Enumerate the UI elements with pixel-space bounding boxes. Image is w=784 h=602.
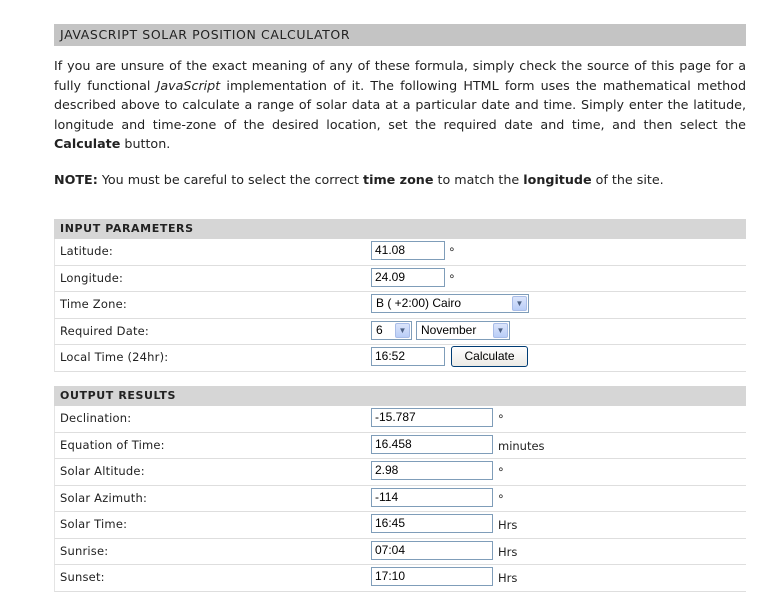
note-text-1: You must be careful to select the correc… [97, 171, 364, 187]
month-value: November [421, 322, 477, 337]
output-results-section: OUTPUT RESULTS Declination: -15.787 ° Eq… [54, 386, 746, 592]
longitude-label: Longitude: [60, 270, 124, 285]
timezone-select[interactable]: B ( +2:00) Cairo ▼ [371, 294, 529, 313]
chevron-down-icon[interactable]: ▼ [493, 322, 508, 338]
result-row-solar-azimuth: Solar Azimuth: -114 ° [54, 485, 746, 512]
chevron-down-icon[interactable]: ▼ [395, 322, 410, 338]
intro-text-3: button. [120, 136, 171, 152]
result-row-sunrise: Sunrise: 07:04 Hrs [54, 538, 746, 565]
result-label: Declination: [60, 411, 132, 425]
note-text-2: to match the [433, 171, 524, 187]
solar-azimuth-output[interactable]: -114 [371, 487, 493, 507]
latitude-label: Latitude: [60, 244, 114, 258]
result-row-sunset: Sunset: 17:10 Hrs [54, 565, 746, 592]
sunset-output[interactable]: 17:10 [371, 567, 493, 586]
result-unit: Hrs [498, 518, 518, 532]
longitude-input[interactable]: 24.09 [371, 267, 445, 287]
note-bold-timezone: time zone [363, 171, 434, 187]
chevron-down-icon[interactable]: ▼ [512, 296, 527, 311]
solar-altitude-output[interactable]: 2.98 [371, 461, 493, 480]
calculator-intro: JAVASCRIPT SOLAR POSITION CALCULATOR If … [54, 24, 746, 189]
result-row-declination: Declination: -15.787 ° [54, 406, 746, 433]
result-row-solar-altitude: Solar Altitude: 2.98 ° [54, 459, 746, 486]
intro-paragraph: If you are unsure of the exact meaning o… [54, 56, 746, 154]
longitude-row: Longitude: 24.09 ° [54, 265, 746, 292]
result-unit: ° [498, 412, 504, 426]
page-title: JAVASCRIPT SOLAR POSITION CALCULATOR [54, 24, 746, 46]
sunrise-output[interactable]: 07:04 [371, 540, 493, 560]
output-section-heading: OUTPUT RESULTS [54, 386, 746, 406]
result-label: Solar Azimuth: [60, 490, 148, 505]
month-select[interactable]: November ▼ [416, 320, 510, 340]
result-unit: Hrs [498, 544, 518, 559]
note-paragraph: NOTE: You must be careful to select the … [54, 170, 746, 189]
declination-output[interactable]: -15.787 [371, 408, 493, 427]
intro-italic: JavaScript [156, 77, 221, 93]
latitude-unit: ° [449, 245, 455, 259]
result-label: Solar Altitude: [60, 464, 145, 478]
time-row: Local Time (24hr): 16:52 Calculate [54, 345, 746, 372]
note-bold-longitude: longitude [523, 171, 592, 187]
result-unit: Hrs [498, 571, 518, 585]
result-label: Solar Time: [60, 517, 128, 531]
date-label: Required Date: [60, 323, 149, 338]
solar-time-output[interactable]: 16:45 [371, 514, 493, 533]
timezone-value: B ( +2:00) Cairo [376, 296, 462, 310]
intro-bold: Calculate [54, 136, 121, 152]
latitude-row: Latitude: 41.08 ° [54, 239, 746, 266]
date-row: Required Date: 6 ▼ November ▼ [54, 318, 746, 345]
equation-of-time-output[interactable]: 16.458 [371, 434, 493, 454]
input-parameters-section: INPUT PARAMETERS Latitude: 41.08 ° Longi… [54, 219, 746, 372]
result-row-equation-of-time: Equation of Time: 16.458 minutes [54, 432, 746, 459]
time-label: Local Time (24hr): [60, 350, 169, 364]
result-unit: ° [498, 465, 504, 479]
latitude-input[interactable]: 41.08 [371, 241, 445, 260]
time-input[interactable]: 16:52 [371, 347, 445, 366]
timezone-row: Time Zone: B ( +2:00) Cairo ▼ [54, 292, 746, 319]
result-label: Sunrise: [60, 543, 109, 558]
result-row-solar-time: Solar Time: 16:45 Hrs [54, 512, 746, 539]
calculate-button[interactable]: Calculate [451, 346, 528, 367]
result-unit: minutes [498, 438, 545, 453]
result-label: Sunset: [60, 570, 105, 584]
result-unit: ° [498, 491, 504, 506]
note-label: NOTE: [54, 171, 98, 187]
longitude-unit: ° [449, 271, 455, 286]
note-text-3: of the site. [591, 171, 664, 187]
day-value: 6 [376, 322, 383, 337]
day-select[interactable]: 6 ▼ [371, 320, 412, 340]
input-section-heading: INPUT PARAMETERS [54, 219, 746, 239]
timezone-label: Time Zone: [60, 297, 127, 311]
result-label: Equation of Time: [60, 437, 165, 452]
